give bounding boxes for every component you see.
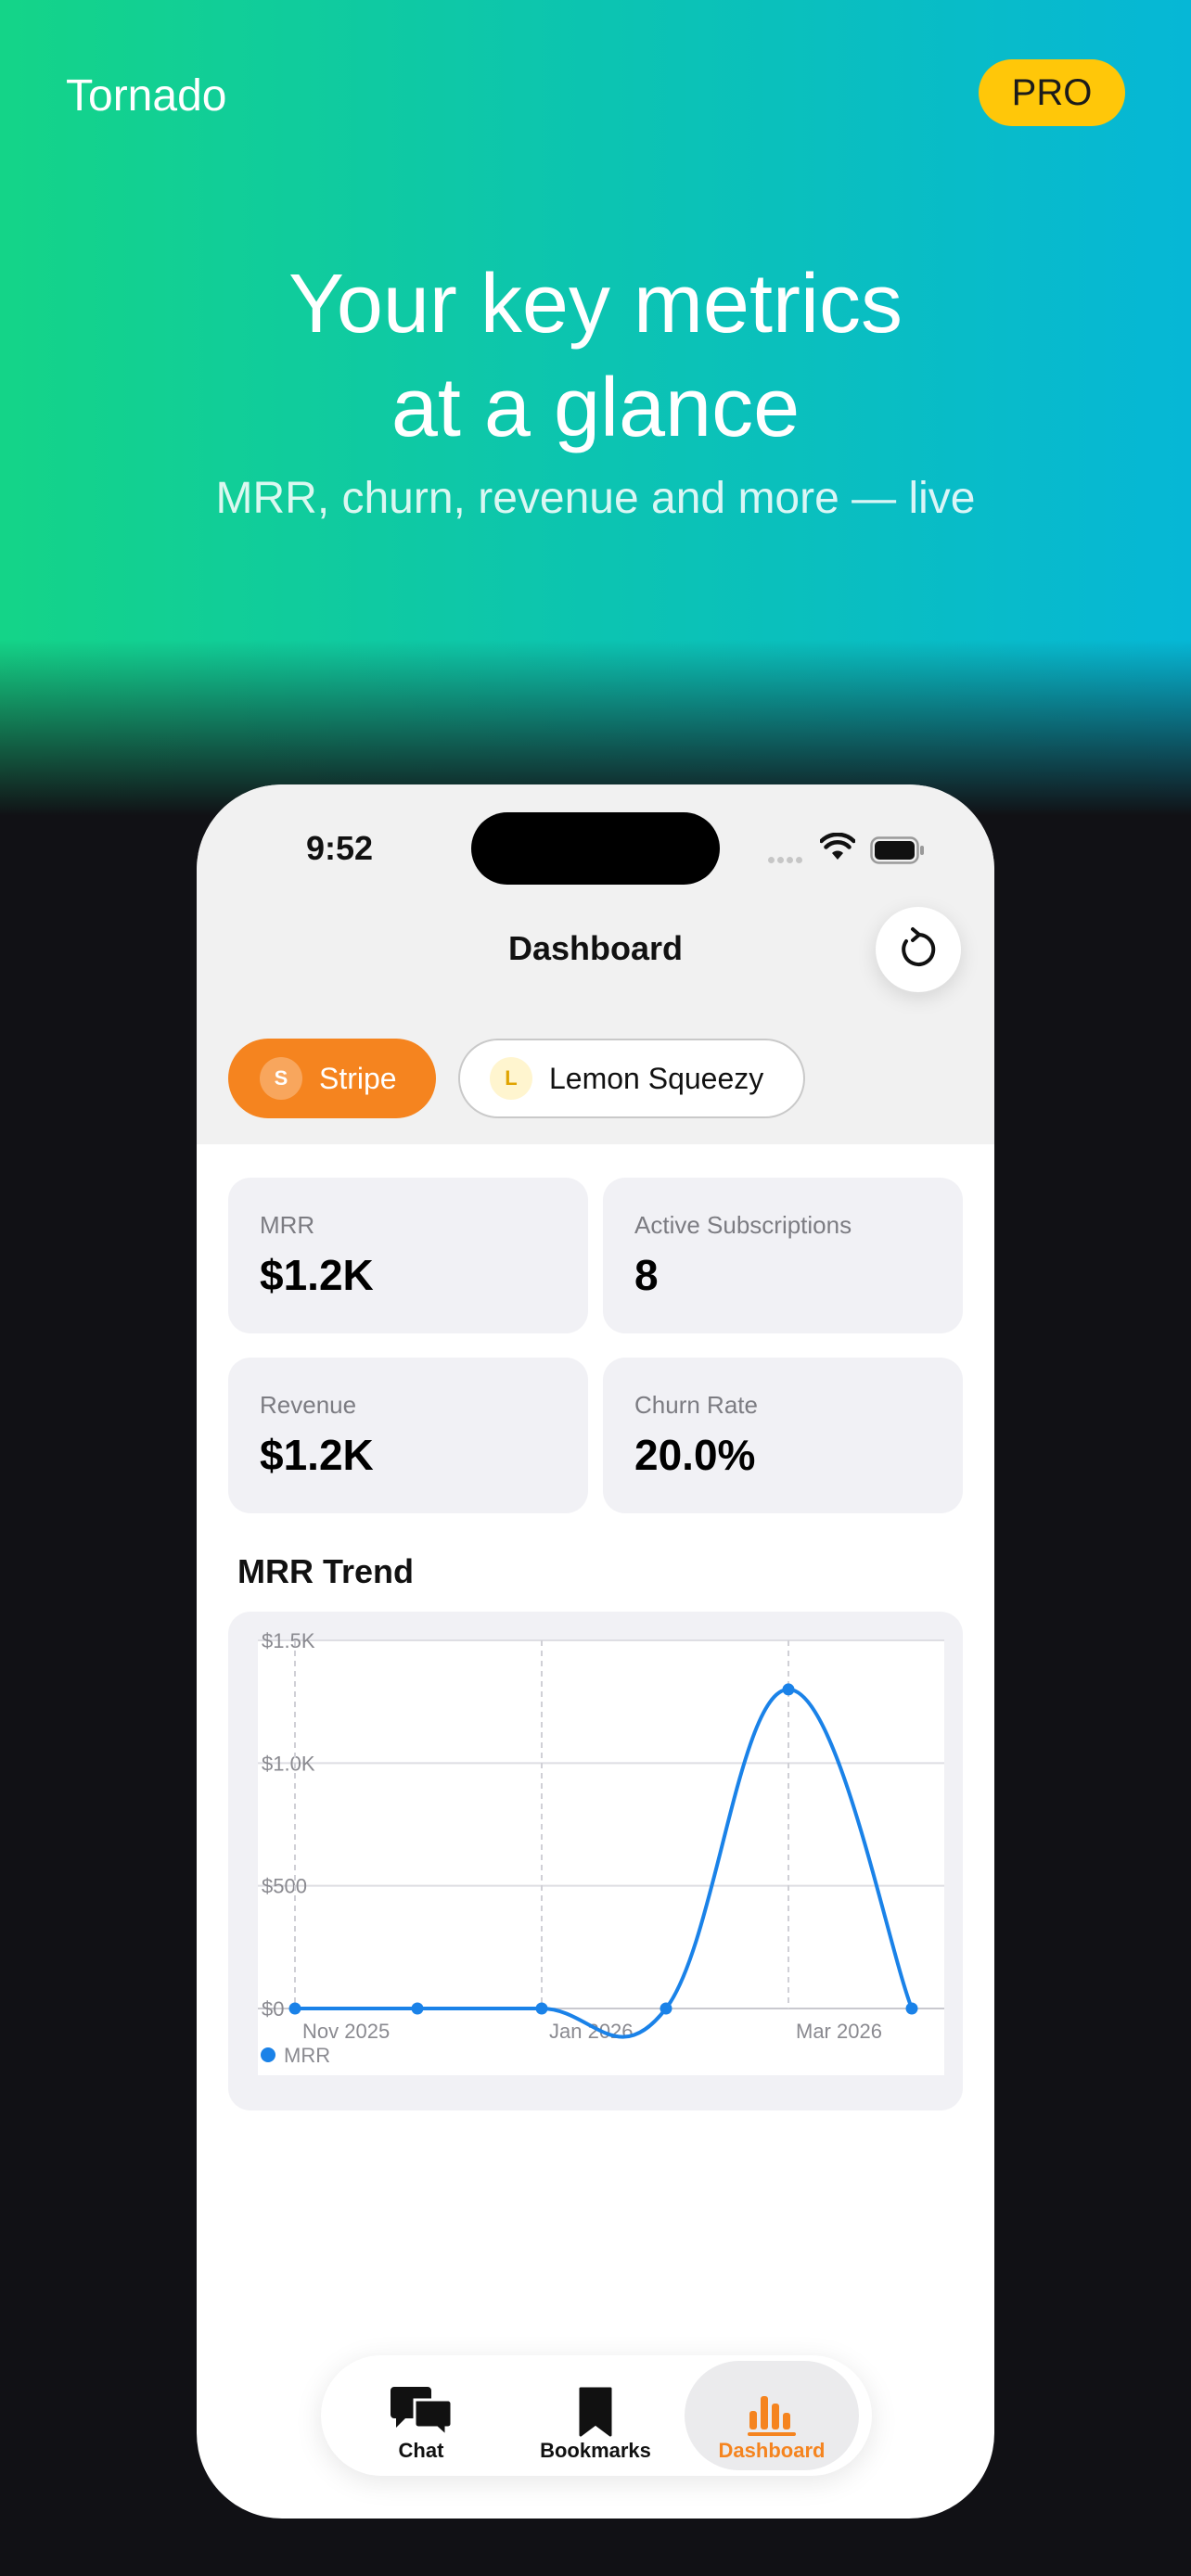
cellular-signal-icon (768, 851, 805, 868)
tab-bar: Chat Bookmarks Dashboard (321, 2355, 872, 2476)
battery-icon (870, 836, 924, 864)
chat-bubbles-icon (391, 2387, 454, 2437)
legend-swatch-mrr (261, 2047, 275, 2062)
x-tick-label: Mar 2026 (796, 2020, 882, 2043)
metric-value: 20.0% (634, 1431, 756, 1479)
brand-name: Tornado (66, 71, 227, 121)
metric-card-active-subscriptions[interactable]: Active Subscriptions 8 (603, 1178, 963, 1333)
page-title: Dashboard (507, 929, 684, 967)
data-point (288, 2002, 301, 2015)
y-tick-label: $500 (262, 1875, 307, 1898)
data-point (411, 2002, 424, 2015)
tab-bookmarks[interactable]: Bookmarks (508, 2361, 683, 2470)
legend-label-mrr: MRR (284, 2044, 330, 2067)
tab-label: Chat (398, 2439, 444, 2462)
headline-line-1: Your key metrics (288, 258, 903, 351)
bookmark-icon (579, 2387, 612, 2437)
provider-chip-lemon-squeezy[interactable]: L Lemon Squeezy (458, 1039, 805, 1118)
dashboard-header: 9:52 Dashboard S Stripe L Lemon Squeezy (197, 784, 994, 1144)
metric-value: 8 (634, 1251, 659, 1299)
metric-label: MRR (260, 1211, 315, 1239)
stripe-initial-badge: S (260, 1057, 302, 1100)
dynamic-island (471, 812, 720, 885)
tab-label: Bookmarks (540, 2439, 651, 2462)
refresh-icon (902, 927, 936, 966)
wifi-icon (820, 833, 855, 860)
tab-chat[interactable]: Chat (334, 2361, 508, 2470)
chart-section-title: MRR Trend (237, 1552, 415, 1590)
x-tick-label: Nov 2025 (302, 2020, 390, 2043)
metric-value: $1.2K (260, 1251, 374, 1299)
data-point (782, 1683, 795, 1696)
y-tick-label: $0 (262, 1997, 284, 2021)
y-tick-label: $1.5K (262, 1629, 315, 1652)
hero-subheadline: MRR, churn, revenue and more — live (215, 474, 976, 523)
phone-screen: 9:52 Dashboard S Stripe L Lemon Squeezy (197, 784, 994, 2519)
status-time: 9:52 (306, 829, 374, 867)
metric-card-churn-rate[interactable]: Churn Rate 20.0% (603, 1358, 963, 1513)
data-point (660, 2002, 672, 2015)
provider-label: Lemon Squeezy (549, 1061, 764, 1095)
provider-label: Stripe (319, 1061, 397, 1095)
pro-badge[interactable]: PRO (979, 59, 1125, 126)
lemon-squeezy-initial-badge: L (490, 1057, 532, 1100)
headline-line-2: at a glance (391, 362, 800, 454)
hero-banner: Tornado PRO Your key metrics at a glance… (0, 0, 1191, 816)
x-tick-label: Jan 2026 (549, 2020, 634, 2043)
metric-value: $1.2K (260, 1431, 374, 1479)
metric-label: Churn Rate (634, 1391, 758, 1419)
bar-chart-icon (748, 2396, 796, 2436)
hero-headline: Your key metrics at a glance (0, 252, 1191, 460)
metric-label: Revenue (260, 1391, 357, 1419)
data-point (905, 2002, 918, 2015)
metric-card-mrr[interactable]: MRR $1.2K (228, 1178, 588, 1333)
y-tick-label: $1.0K (262, 1752, 315, 1775)
tab-label: Dashboard (718, 2439, 826, 2462)
refresh-button[interactable] (876, 907, 961, 992)
metric-card-revenue[interactable]: Revenue $1.2K (228, 1358, 588, 1513)
provider-chip-stripe[interactable]: S Stripe (228, 1039, 436, 1118)
tab-dashboard[interactable]: Dashboard (685, 2361, 859, 2470)
mrr-trend-chart[interactable]: $0 $500 $1.0K $1.5K Nov 2025 Jan 2026 Mar 2026… (228, 1612, 963, 2111)
data-point (535, 2002, 548, 2015)
metric-label: Active Subscriptions (634, 1211, 852, 1239)
mrr-trend-chart-card: $0 $500 $1.0K $1.5K Nov 2025 Jan 2026 Mar 2026… (228, 1612, 963, 2111)
